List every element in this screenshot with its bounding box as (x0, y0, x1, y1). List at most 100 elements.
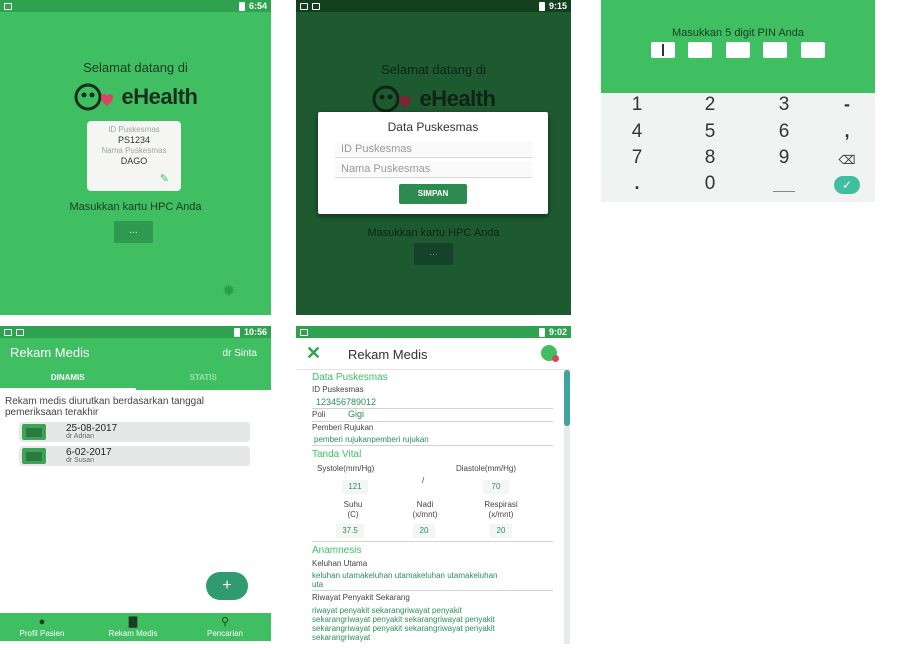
pin-title: Masukkan 5 digit PIN Anda (671, 27, 805, 39)
nav-rekam-medis[interactable]: ▇ Rekam Medis (98, 613, 168, 638)
record-doctor: dr Susan (66, 457, 95, 464)
notification-icon (300, 2, 308, 10)
close-icon[interactable]: ✕ (306, 343, 321, 364)
respirasi-unit: (x/mnt) (488, 510, 514, 519)
key-comma[interactable]: , (827, 121, 867, 142)
nadi-value: 20 (413, 524, 435, 538)
hpc-button[interactable]: ... (114, 221, 153, 243)
pin-digit-box[interactable] (726, 42, 750, 58)
name-value: DAGO (120, 156, 148, 166)
battery-icon (538, 327, 545, 337)
scrollbar-thumb[interactable] (564, 370, 570, 426)
setup-screen: 9:15 Selamat datang di eHealth Masukkan … (296, 0, 571, 315)
app-bar: Rekam Medis dr Sinta (0, 338, 271, 368)
pin-digit-box[interactable] (651, 42, 675, 58)
suhu-value: 37.5 (336, 524, 364, 538)
key-7[interactable]: 7 (617, 147, 657, 169)
riwayat-value: riwayat penyakit sekarangriwayat penyaki… (312, 606, 495, 642)
diastole-label: Diastole(mm/Hg) (456, 464, 517, 473)
gear-icon[interactable]: ✹ (222, 281, 235, 301)
key-8[interactable]: 8 (690, 147, 730, 169)
person-icon: ● (38, 616, 46, 628)
status-time: 9:15 (548, 1, 567, 11)
divider (312, 541, 553, 542)
divider (312, 590, 553, 591)
systole-value: 121 (342, 480, 368, 494)
confirm-key[interactable]: ✓ (834, 176, 860, 194)
records-screen: 10:56 Rekam Medis dr Sinta DINAMIS STATI… (0, 326, 271, 641)
nadi-unit: (x/mnt) (412, 510, 438, 519)
id-puskesmas-label: ID Puskesmas (312, 385, 364, 394)
nama-puskesmas-input[interactable]: Nama Puskesmas (335, 161, 532, 178)
nav-label: Pencarian (206, 629, 244, 638)
notification-icon (16, 328, 24, 336)
poli-value: Gigi (348, 409, 365, 419)
search-icon: ⚲ (220, 616, 230, 628)
tab-dinamis[interactable]: DINAMIS (0, 368, 136, 390)
welcome-screen: 6:54 Selamat datang di eHealth ID Puskes… (0, 0, 271, 315)
notification-icon (4, 2, 12, 10)
nav-pencarian[interactable]: ⚲ Pencarian (190, 613, 260, 638)
hpc-hint: Masukkan kartu HPC Anda (367, 227, 500, 239)
key-5[interactable]: 5 (690, 121, 730, 143)
welcome-greeting: Selamat datang di (381, 62, 486, 77)
key-dot[interactable]: . (617, 173, 657, 194)
space-key[interactable] (773, 191, 795, 192)
poli-label: Poli (312, 410, 326, 419)
pin-digit-box[interactable] (763, 42, 787, 58)
hpc-hint: Masukkan kartu HPC Anda (69, 201, 202, 213)
keluhan-label: Keluhan Utama (312, 559, 368, 568)
backspace-key[interactable]: ⌫ (827, 153, 867, 167)
record-detail-screen: 9:02 ✕ Rekam Medis Data Puskesmas ID Pus… (296, 326, 571, 644)
systole-label: Systole(mm/Hg) (317, 464, 375, 473)
tab-statis[interactable]: STATIS (136, 368, 272, 390)
scrollbar[interactable] (564, 370, 570, 644)
add-record-button[interactable]: + (206, 572, 248, 600)
status-time: 9:02 (548, 327, 567, 337)
pin-digit-box[interactable] (688, 42, 712, 58)
welcome-greeting: Selamat datang di (83, 60, 188, 75)
key-9[interactable]: 9 (764, 147, 804, 169)
status-bar: 9:15 (296, 0, 571, 12)
record-item[interactable]: 6-02-2017 dr Susan (19, 446, 250, 466)
key-3[interactable]: 3 (764, 94, 804, 116)
puskesmas-dialog: Data Puskesmas ID Puskesmas Nama Puskesm… (318, 112, 548, 214)
app-name: eHealth (419, 86, 496, 111)
save-button[interactable]: SIMPAN (399, 184, 467, 204)
user-name: dr Sinta (222, 348, 257, 359)
sort-note: Rekam medis diurutkan berdasarkan tangga… (5, 396, 204, 418)
numeric-keypad: 1 2 3 - 4 5 6 , 7 8 9 ⌫ . 0 ✓ (601, 93, 875, 202)
edit-icon[interactable]: ✎ (160, 172, 169, 185)
pin-header: Masukkan 5 digit PIN Anda (601, 0, 875, 93)
status-bar: 9:02 (296, 326, 571, 338)
folder-icon (22, 424, 46, 440)
key-0[interactable]: 0 (690, 173, 730, 195)
status-time: 10:56 (243, 327, 267, 337)
diastole-value: 70 (483, 480, 509, 494)
key-1[interactable]: 1 (617, 94, 657, 116)
rujukan-label: Pemberi Rujukan (312, 423, 374, 432)
keluhan-value: keluhan utamakeluhan utamakeluhan utamak… (312, 571, 498, 589)
nav-profil-pasien[interactable]: ● Profil Pasien (7, 613, 77, 638)
divider (312, 445, 553, 446)
key-2[interactable]: 2 (690, 94, 730, 116)
key-6[interactable]: 6 (764, 121, 804, 143)
pin-digit-box[interactable] (801, 42, 825, 58)
record-item[interactable]: 25-08-2017 dr Adrian (19, 422, 250, 442)
puskesmas-card[interactable]: ID Puskesmas PS1234 Nama Puskesmas DAGO … (87, 121, 181, 191)
status-time: 6:54 (248, 1, 267, 11)
name-label: Nama Puskesmas (101, 146, 167, 155)
nadi-label: Nadi (416, 500, 434, 509)
app-name: eHealth (121, 84, 198, 109)
text-cursor (662, 44, 664, 56)
key-dash[interactable]: - (827, 94, 867, 115)
key-4[interactable]: 4 (617, 121, 657, 143)
suhu-label: Suhu (343, 500, 363, 509)
suhu-unit: (C) (347, 510, 359, 519)
section-tanda-vital: Tanda Vital (312, 449, 362, 460)
notification-icon (300, 328, 308, 336)
status-bar: 10:56 (0, 326, 271, 338)
id-puskesmas-input[interactable]: ID Puskesmas (335, 141, 532, 158)
hpc-button[interactable]: ... (414, 243, 453, 265)
divider (312, 421, 553, 422)
